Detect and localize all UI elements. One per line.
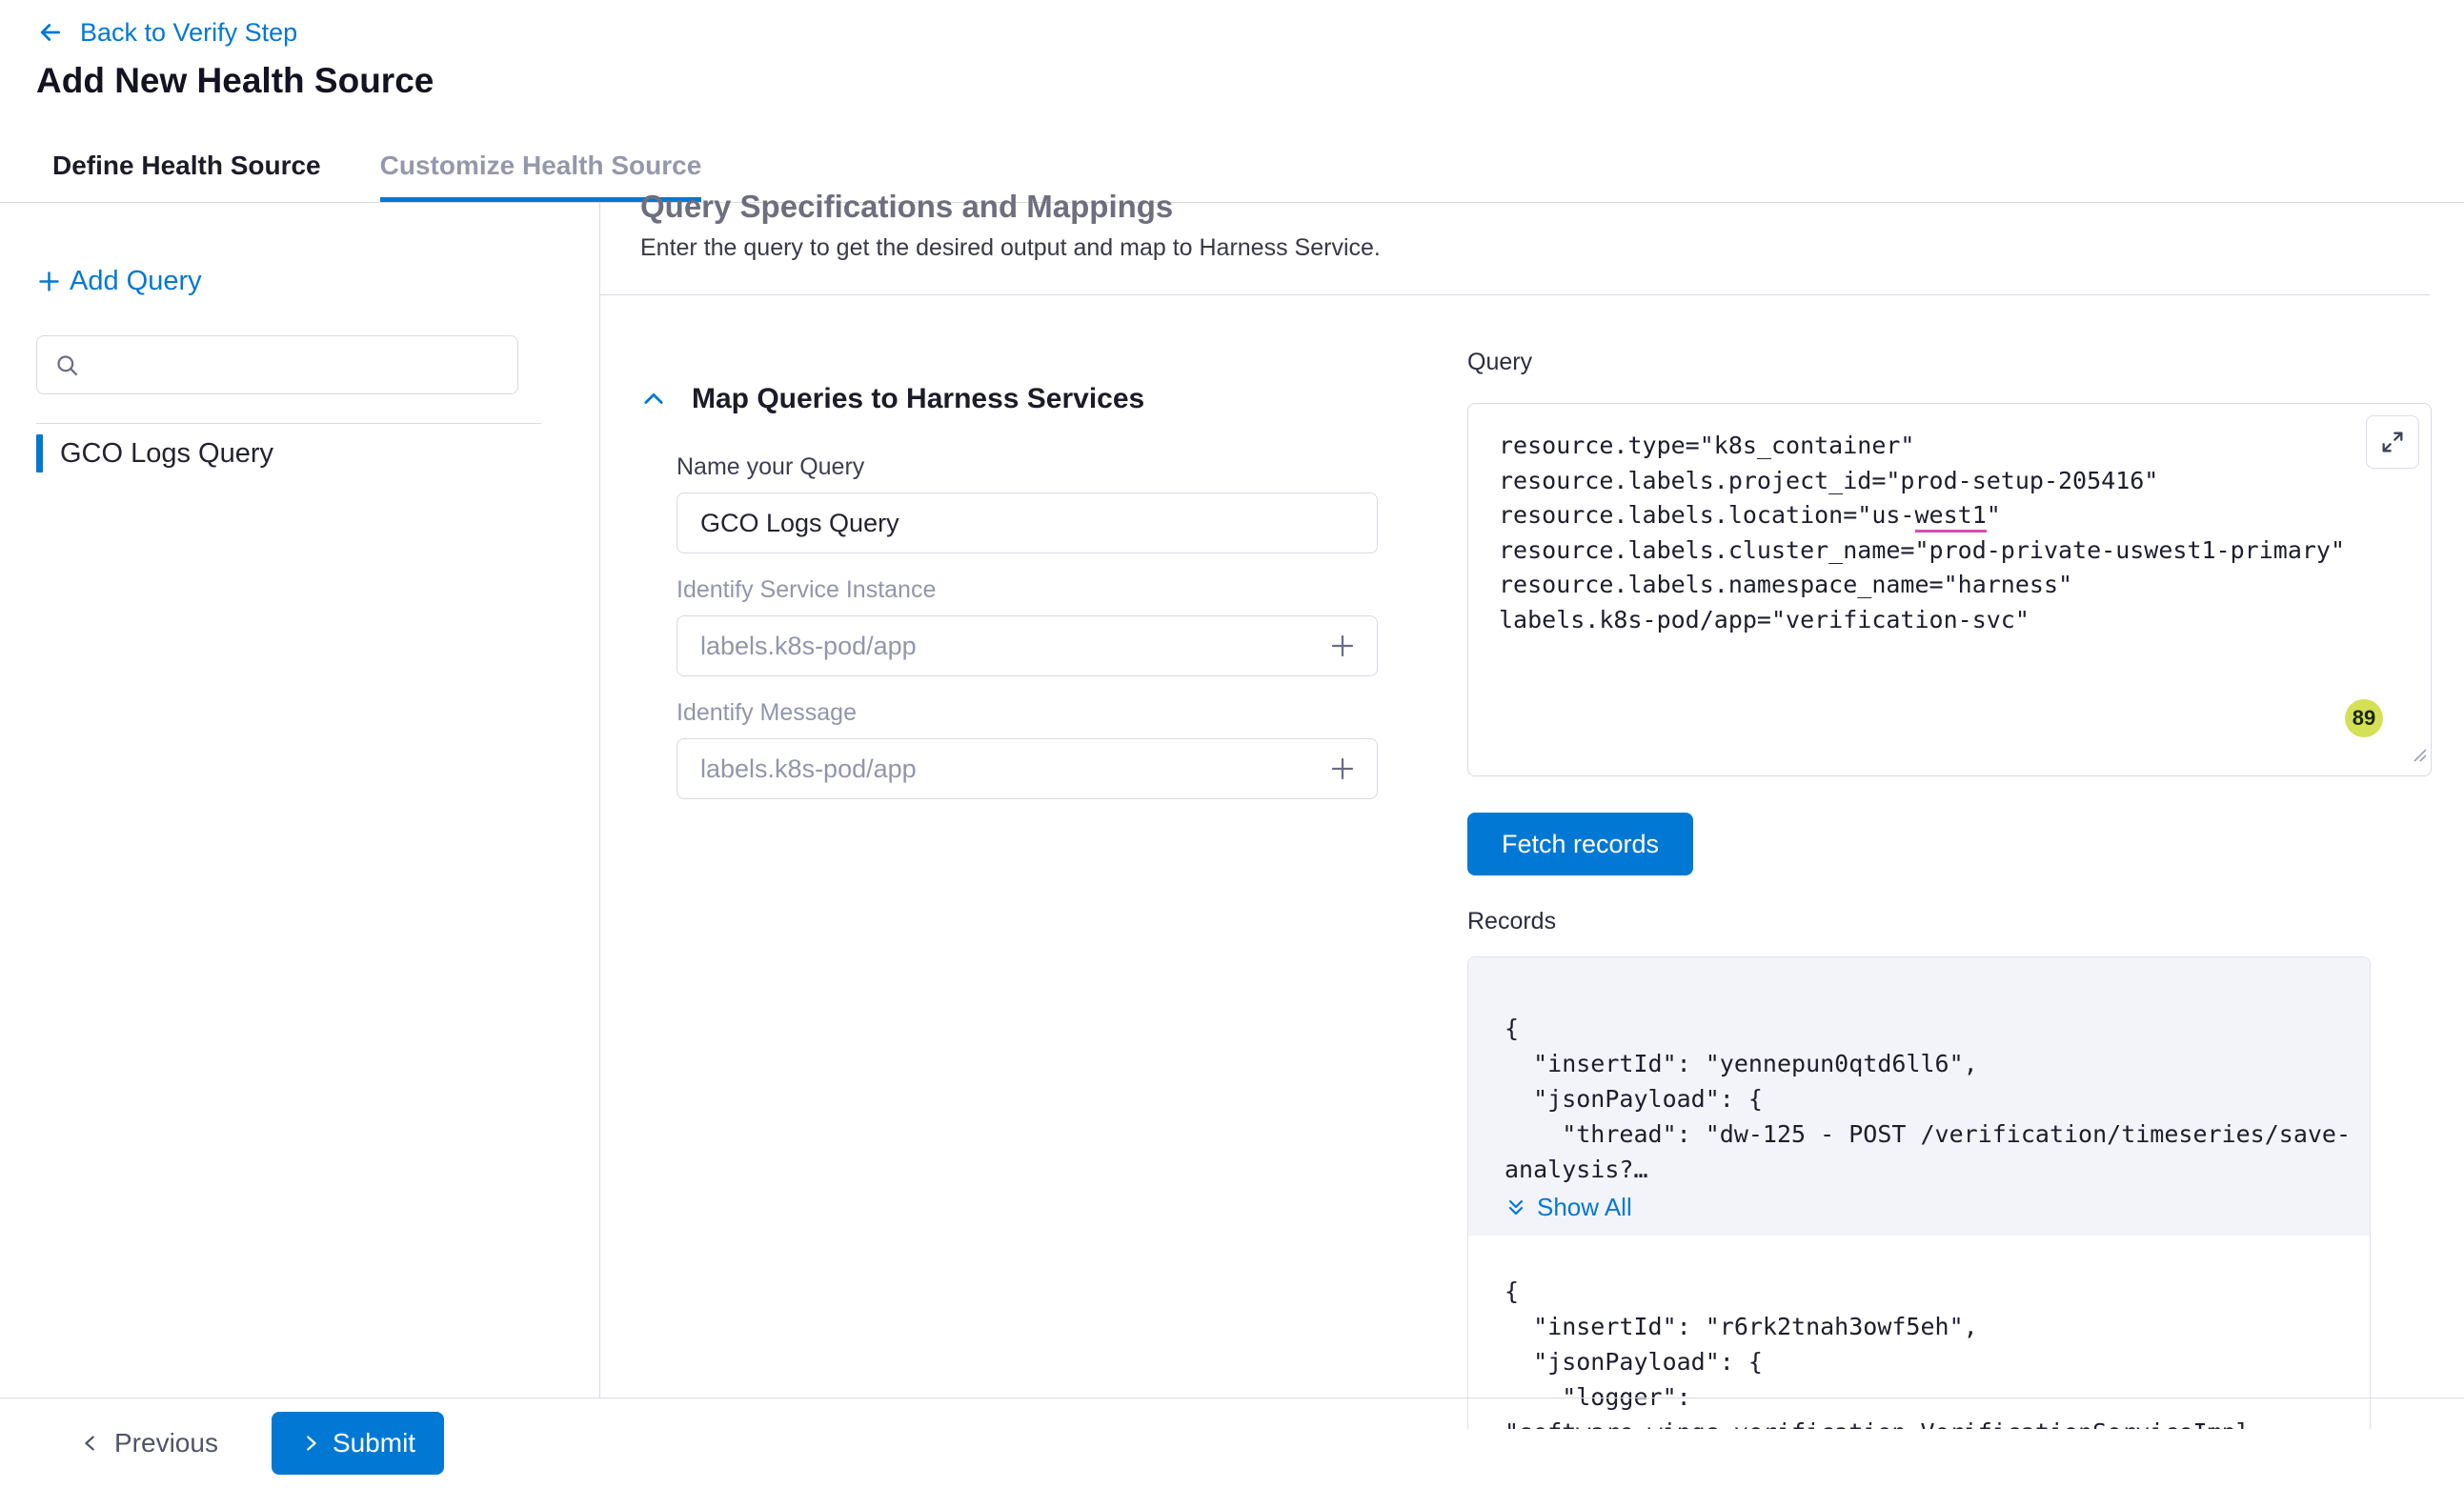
sidebar-item-gco-logs-query[interactable]: GCO Logs Query — [36, 424, 575, 483]
previous-label: Previous — [114, 1428, 218, 1458]
mapping-form: Name your Query Identify Service Instanc… — [677, 453, 1414, 799]
message-field — [677, 738, 1378, 799]
records-label: Records — [1467, 908, 2432, 935]
selected-indicator-bar — [36, 434, 43, 473]
expand-icon — [2379, 429, 2406, 455]
query-textarea[interactable]: resource.type="k8s_container" resource.l… — [1467, 403, 2432, 776]
query-line: resource.labels.location="us-west1" — [1499, 498, 2345, 533]
back-link-label: Back to Verify Step — [80, 18, 297, 48]
double-chevron-down-icon — [1505, 1196, 1527, 1219]
query-search-input[interactable] — [93, 351, 500, 380]
submit-button[interactable]: Submit — [272, 1412, 444, 1475]
query-line: resource.type="k8s_container" — [1499, 429, 2345, 464]
expand-query-button[interactable] — [2366, 415, 2419, 469]
record-item-1: { "insertId": "yennepun0qtd6ll6", "jsonP… — [1468, 957, 2370, 1236]
message-input[interactable] — [677, 738, 1378, 799]
show-all-label: Show All — [1537, 1193, 1632, 1222]
query-item-label: GCO Logs Query — [60, 438, 273, 470]
add-health-source-page: Back to Verify Step Add New Health Sourc… — [0, 0, 2464, 1488]
query-sidebar: Add Query GCO Logs Query — [0, 203, 600, 1398]
chevron-left-icon — [80, 1433, 101, 1454]
query-records-section: Query resource.type="k8s_container" reso… — [1467, 349, 2432, 1429]
query-label: Query — [1467, 349, 2432, 376]
query-line: resource.labels.project_id="prod-setup-2… — [1499, 464, 2345, 499]
chevron-up-icon — [640, 386, 667, 412]
query-search-box — [36, 335, 518, 394]
query-name-input[interactable] — [677, 493, 1378, 553]
page-header: Back to Verify Step Add New Health Sourc… — [0, 0, 2464, 133]
identify-service-instance-label: Identify Service Instance — [677, 576, 1414, 604]
back-to-verify-link[interactable]: Back to Verify Step — [36, 13, 297, 51]
map-queries-heading: Map Queries to Harness Services — [692, 383, 1144, 415]
textarea-resize-handle[interactable] — [2407, 738, 2428, 774]
section-heading: Query Specifications and Mappings — [640, 188, 2420, 226]
add-query-button[interactable]: Add Query — [36, 266, 202, 297]
query-specifications-panel: Query Specifications and Mappings Enter … — [600, 203, 2464, 1398]
record-json: { "insertId": "yennepun0qtd6ll6", "jsonP… — [1505, 1011, 2333, 1187]
message-add-button[interactable] — [1321, 747, 1364, 791]
name-your-query-label: Name your Query — [677, 453, 1414, 481]
map-queries-collapse-toggle[interactable]: Map Queries to Harness Services — [640, 383, 1144, 415]
character-count-badge: 89 — [2345, 699, 2383, 737]
identify-message-label: Identify Message — [677, 699, 1414, 727]
tab-define-health-source[interactable]: Define Health Source — [52, 133, 321, 202]
spellcheck-underlined-word: west1 — [1915, 501, 1987, 533]
map-queries-section: Map Queries to Harness Services Name you… — [640, 383, 1414, 799]
page-title: Add New Health Source — [36, 61, 2464, 101]
chevron-right-icon — [300, 1433, 321, 1454]
query-line: resource.labels.cluster_name="prod-priva… — [1499, 533, 2345, 569]
plus-icon — [36, 269, 62, 294]
content-area: Add Query GCO Logs Query Query Specifica… — [0, 203, 2464, 1398]
search-icon — [54, 352, 80, 378]
back-arrow-icon — [36, 18, 65, 47]
previous-button[interactable]: Previous — [80, 1428, 218, 1458]
wizard-footer: Previous Submit — [0, 1398, 2464, 1488]
submit-label: Submit — [333, 1428, 415, 1458]
fetch-records-button[interactable]: Fetch records — [1467, 813, 1693, 875]
query-line: resource.labels.namespace_name="harness" — [1499, 568, 2345, 603]
section-subheading: Enter the query to get the desired outpu… — [640, 233, 2420, 262]
service-instance-add-button[interactable] — [1321, 624, 1364, 668]
service-instance-field — [677, 615, 1378, 676]
query-line: labels.k8s-pod/app="verification-svc" — [1499, 603, 2345, 638]
records-container: { "insertId": "yennepun0qtd6ll6", "jsonP… — [1467, 956, 2371, 1429]
service-instance-input[interactable] — [677, 615, 1378, 676]
add-query-label: Add Query — [70, 266, 202, 297]
show-all-link[interactable]: Show All — [1505, 1193, 1632, 1222]
